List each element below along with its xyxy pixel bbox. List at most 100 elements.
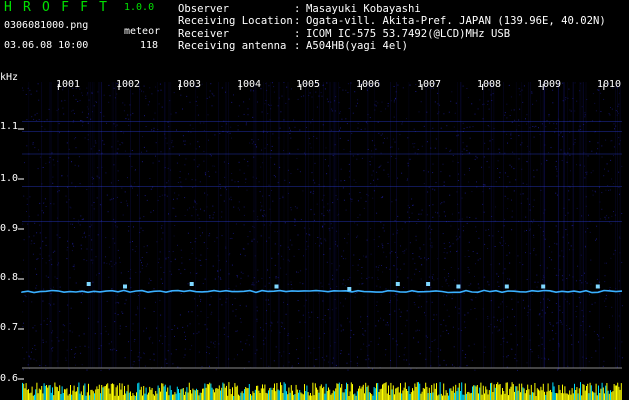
level-bar — [284, 383, 286, 400]
level-bar — [238, 394, 239, 400]
noise-dot — [155, 301, 156, 303]
noise-dot — [377, 310, 379, 312]
noise-dot — [116, 226, 118, 228]
noise-dot — [153, 210, 154, 212]
noise-dot — [526, 230, 527, 231]
noise-dot — [127, 114, 129, 116]
noise-dot — [79, 345, 81, 347]
noise-dot — [469, 126, 471, 128]
noise-dot — [71, 349, 73, 350]
level-bar — [234, 383, 236, 400]
level-bar — [386, 393, 388, 400]
noise-dot — [471, 299, 473, 301]
noise-dot — [469, 152, 471, 154]
level-bar — [74, 391, 76, 400]
noise-dot — [488, 325, 490, 327]
noise-dot — [555, 274, 557, 276]
noise-dot — [537, 281, 539, 283]
noise-dot — [158, 103, 160, 105]
noise-dot — [277, 182, 279, 184]
noise-dot — [618, 280, 620, 282]
noise-dot — [320, 238, 322, 240]
noise-dot — [74, 354, 76, 355]
noise-dot — [417, 295, 419, 297]
noise-dot — [212, 217, 214, 219]
noise-dot — [457, 268, 459, 270]
noise-dot — [296, 206, 298, 208]
level-bar — [167, 387, 169, 400]
level-bar — [268, 390, 269, 400]
noise-dot — [145, 95, 147, 97]
noise-dot — [65, 359, 67, 361]
noise-dot — [193, 206, 195, 208]
level-bar — [412, 388, 413, 400]
noise-dot — [409, 242, 411, 244]
noise-dot — [372, 197, 374, 199]
noise-dot — [612, 315, 613, 317]
noise-dot — [488, 108, 490, 110]
noise-dot — [347, 83, 349, 85]
noise-dot — [152, 342, 154, 344]
level-bar — [248, 384, 250, 400]
noise-dot — [220, 278, 222, 280]
noise-dot — [384, 138, 385, 139]
noise-dot — [66, 258, 68, 260]
noise-dot — [105, 172, 107, 174]
noise-dot — [538, 357, 540, 359]
noise-dot — [160, 151, 162, 153]
noise-dot — [538, 314, 540, 316]
level-bar — [181, 388, 183, 400]
meteor-echo — [395, 282, 400, 286]
noise-dot — [518, 88, 520, 90]
noise-dot — [546, 120, 548, 122]
noise-dot — [508, 84, 510, 86]
noise-dot — [418, 329, 420, 331]
noise-dot — [81, 92, 83, 94]
level-bar — [76, 391, 77, 400]
noise-dot — [389, 302, 391, 303]
noise-dot — [331, 263, 333, 265]
level-bar — [96, 386, 98, 400]
noise-dot — [403, 286, 405, 288]
noise-dot — [62, 331, 64, 333]
noise-dot — [621, 341, 623, 343]
noise-dot — [518, 124, 520, 126]
noise-dot — [382, 271, 384, 273]
noise-dot — [503, 225, 505, 227]
noise-dot — [453, 126, 455, 128]
noise-dot — [412, 143, 414, 145]
noise-dot — [565, 229, 567, 230]
noise-dot — [137, 194, 138, 196]
noise-dot — [275, 276, 277, 277]
noise-dot — [330, 101, 332, 103]
level-bar — [104, 386, 106, 400]
noise-dot — [39, 253, 41, 255]
level-bar — [166, 391, 167, 400]
noise-dot — [548, 246, 550, 248]
noise-dot — [568, 242, 570, 244]
noise-dot — [342, 89, 344, 91]
noise-dot — [202, 283, 204, 285]
noise-dot — [407, 277, 409, 279]
noise-dot — [392, 138, 394, 140]
noise-dot — [26, 119, 28, 121]
noise-dot — [35, 287, 37, 289]
noise-dot — [145, 265, 147, 267]
noise-dot — [527, 198, 529, 200]
noise-dot — [75, 147, 77, 149]
noise-dot — [387, 161, 389, 163]
noise-dot — [86, 248, 88, 250]
noise-dot — [589, 141, 591, 143]
noise-dot — [560, 321, 562, 323]
noise-dot — [313, 347, 315, 349]
noise-dot — [523, 85, 525, 87]
level-bar — [199, 392, 201, 400]
level-bar — [83, 385, 85, 400]
level-bar — [326, 391, 328, 400]
noise-dot — [494, 246, 496, 247]
noise-dot — [245, 178, 247, 180]
noise-dot — [526, 183, 528, 185]
noise-dot — [611, 178, 613, 180]
noise-dot — [193, 159, 195, 161]
noise-dot — [125, 200, 127, 202]
